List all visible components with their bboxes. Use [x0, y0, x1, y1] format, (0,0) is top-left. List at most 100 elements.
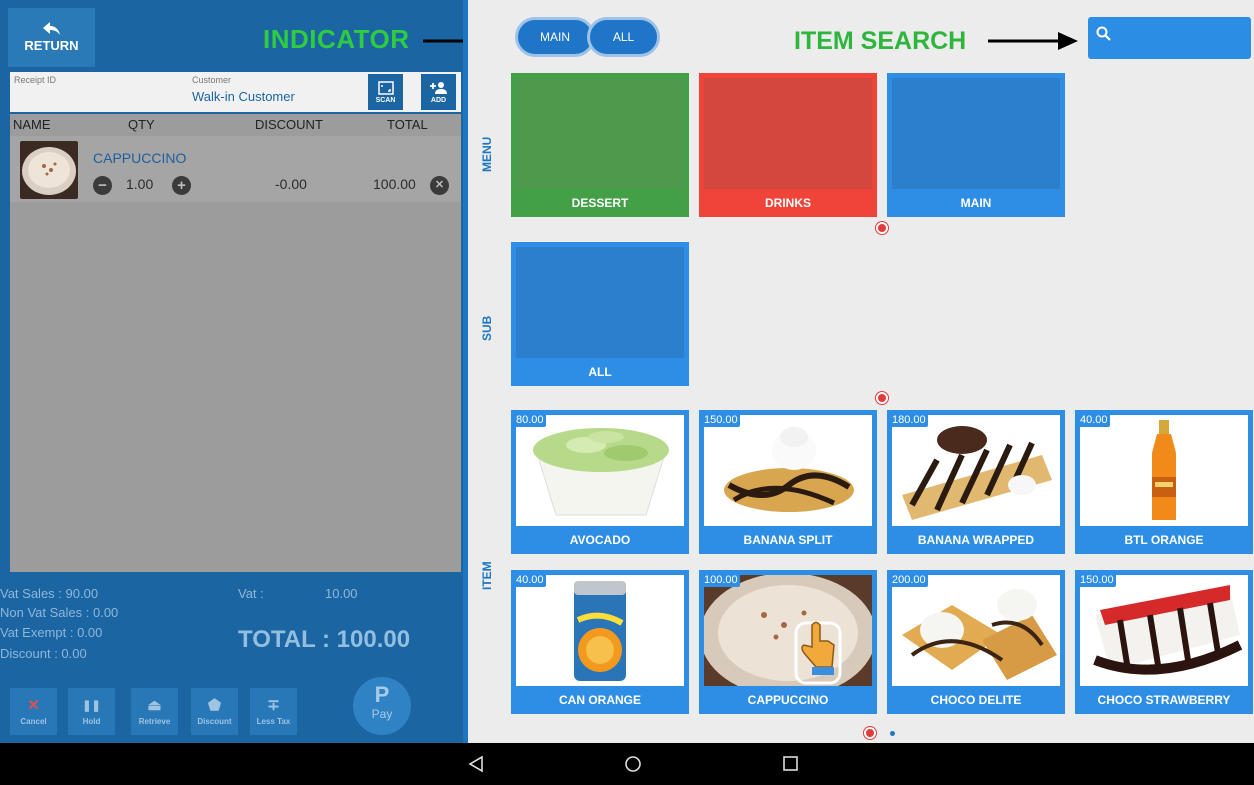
- item-tile-avocado[interactable]: 80.00 AVOCADO: [511, 410, 689, 554]
- menu-tile-swatch: [516, 78, 684, 189]
- sub-tile-all[interactable]: ALL: [511, 242, 689, 386]
- item-name: CAN ORANGE: [558, 693, 641, 707]
- item-page-indicator[interactable]: [890, 731, 895, 736]
- scan-button[interactable]: SCAN: [368, 74, 403, 110]
- sub-tile-swatch: [516, 247, 684, 358]
- add-customer-button[interactable]: ADD: [421, 74, 456, 110]
- scan-label: SCAN: [375, 96, 396, 104]
- order-table-header: NAME QTY DISCOUNT TOTAL: [10, 117, 461, 133]
- pay-icon: P: [374, 682, 390, 707]
- item-tile-banana-wrapped[interactable]: 180.00 BANANA WRAPPED: [887, 410, 1065, 554]
- search-icon: [1096, 26, 1111, 41]
- item-tile-cappuccino[interactable]: 100.00 CAPPUCCINO: [699, 570, 877, 714]
- eject-icon: ⏏: [147, 696, 162, 714]
- item-name: BANANA WRAPPED: [917, 533, 1035, 547]
- pay-button[interactable]: P Pay: [353, 677, 411, 735]
- order-item-total: 100.00: [373, 176, 416, 192]
- menu-tile-swatch: [704, 78, 872, 189]
- item-image-btl-orange: [1080, 415, 1248, 526]
- menu-section-label: MENU: [480, 136, 494, 172]
- item-price: 100.00: [702, 573, 740, 587]
- grand-total: TOTAL : 100.00: [238, 626, 411, 653]
- customer-box: Receipt ID Customer Walk-in Customer SCA…: [10, 72, 461, 112]
- column-header-qty: QTY: [128, 117, 155, 132]
- decrease-qty-button[interactable]: −: [93, 176, 112, 195]
- less-tax-label: Less Tax: [256, 716, 291, 726]
- item-price: 180.00: [890, 413, 928, 427]
- order-panel: RETURN INDICATOR Receipt ID Customer Wal…: [0, 0, 498, 743]
- order-item-qty: 1.00: [126, 176, 154, 192]
- catalog-panel: MAIN ALL ITEM SEARCH MENU SUB ITEM DESSE…: [468, 0, 1254, 743]
- indicator-pill-all[interactable]: ALL: [587, 17, 660, 57]
- item-tile-can-orange[interactable]: 40.00 CAN ORANGE: [511, 570, 689, 714]
- increase-qty-button[interactable]: +: [172, 176, 191, 195]
- item-thumbnail: [20, 141, 78, 199]
- menu-tile-swatch: [892, 78, 1060, 189]
- non-vat-sales: Non Vat Sales : 0.00: [0, 605, 119, 620]
- column-header-name: NAME: [13, 117, 51, 132]
- column-header-discount: DISCOUNT: [255, 117, 323, 132]
- column-header-total: TOTAL: [387, 117, 428, 132]
- back-arrow-icon: [42, 22, 60, 35]
- item-name: CHOCO DELITE: [930, 693, 1022, 707]
- item-tile-choco-strawberry[interactable]: 150.00 CHOCO STRAWBERRY: [1075, 570, 1253, 714]
- home-icon[interactable]: [624, 755, 642, 773]
- android-nav-bar: [0, 743, 1254, 785]
- item-tile-choco-delite[interactable]: 200.00 CHOCO DELITE: [887, 570, 1065, 714]
- item-page-indicator-active[interactable]: [864, 727, 876, 739]
- pause-icon: ❚❚: [82, 699, 101, 712]
- search-arrow-icon: [988, 32, 1078, 50]
- return-label: RETURN: [24, 38, 79, 53]
- order-row[interactable]: CAPPUCCINO − 1.00 + -0.00 100.00 ✕: [10, 136, 461, 202]
- close-icon: ✕: [27, 696, 40, 714]
- customer-label: Customer: [192, 75, 232, 85]
- item-price: 150.00: [702, 413, 740, 427]
- item-search-input[interactable]: [1088, 17, 1251, 59]
- sub-page-indicator: [876, 392, 888, 404]
- recents-icon[interactable]: [782, 755, 799, 772]
- item-image-avocado: [516, 415, 684, 526]
- indicator-pill-main[interactable]: MAIN: [515, 17, 595, 57]
- menu-tile-main[interactable]: MAIN: [887, 73, 1065, 217]
- customer-value[interactable]: Walk-in Customer: [192, 89, 295, 104]
- cancel-button[interactable]: ✕ Cancel: [10, 688, 57, 735]
- cancel-label: Cancel: [20, 716, 47, 726]
- item-image-banana-split: [704, 415, 872, 526]
- return-button[interactable]: RETURN: [8, 8, 95, 67]
- discount-button[interactable]: ⬟ Discount: [191, 688, 238, 735]
- order-list: NAME QTY DISCOUNT TOTAL CAPPUCCINO − 1.0…: [10, 114, 461, 572]
- hold-label: Hold: [82, 716, 101, 726]
- less-tax-button[interactable]: ∓ Less Tax: [250, 688, 297, 735]
- add-user-icon: [429, 81, 447, 94]
- item-name: CAPPUCCINO: [747, 693, 829, 707]
- pay-label: Pay: [371, 707, 393, 721]
- menu-page-indicator: [876, 222, 888, 234]
- add-label: ADD: [430, 96, 447, 104]
- remove-item-button[interactable]: ✕: [430, 176, 449, 195]
- back-icon[interactable]: [468, 755, 484, 773]
- vat-sales: Vat Sales : 90.00: [0, 586, 99, 601]
- item-name: BTL ORANGE: [1124, 533, 1204, 547]
- item-price: 200.00: [890, 573, 928, 587]
- sub-tile-label: ALL: [588, 365, 612, 379]
- item-search-label: ITEM SEARCH: [794, 27, 967, 55]
- discount-summary: Discount : 0.00: [0, 646, 87, 661]
- item-price: 150.00: [1078, 573, 1116, 587]
- item-image-banana-wrapped: [892, 415, 1060, 526]
- scan-icon: [377, 80, 394, 95]
- retrieve-button[interactable]: ⏏ Retrieve: [131, 688, 178, 735]
- indicator-label: INDICATOR: [263, 24, 410, 54]
- item-tile-banana-split[interactable]: 150.00 BANANA SPLIT: [699, 410, 877, 554]
- item-tile-btl-orange[interactable]: 40.00 BTL ORANGE: [1075, 410, 1253, 554]
- retrieve-label: Retrieve: [138, 716, 171, 726]
- item-name: BANANA SPLIT: [743, 533, 833, 547]
- sub-section-label: SUB: [480, 315, 494, 341]
- menu-tile-drinks[interactable]: DRINKS: [699, 73, 877, 217]
- item-price: 40.00: [1078, 413, 1110, 427]
- item-name: CHOCO STRAWBERRY: [1097, 693, 1231, 707]
- vat-value: 10.00: [325, 586, 358, 601]
- hold-button[interactable]: ❚❚ Hold: [68, 688, 115, 735]
- item-image-choco-delite: [892, 575, 1060, 686]
- menu-tile-dessert[interactable]: DESSERT: [511, 73, 689, 217]
- item-section-label: ITEM: [480, 561, 494, 590]
